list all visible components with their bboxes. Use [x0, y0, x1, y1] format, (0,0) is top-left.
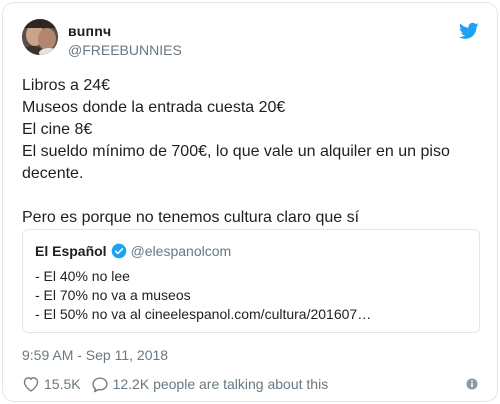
- quoted-author-name: El Español: [35, 243, 107, 259]
- author-handle[interactable]: @FREEBUNNIES: [68, 41, 182, 59]
- like-count: 15.5K: [44, 376, 81, 392]
- twitter-bird-icon[interactable]: [459, 22, 479, 40]
- tweet-line: Museos donde la entrada cuesta 20€: [22, 99, 286, 116]
- tweet-card: ʙuпnч @FREEBUNNIES Libros a 24€ Museos d…: [2, 2, 498, 402]
- quoted-line: - El 70% no va a museos: [35, 287, 191, 303]
- avatar-image: [22, 19, 58, 55]
- quoted-author-handle: @elespanolcom: [130, 243, 232, 259]
- conversation-text: 12.2K people are talking about this: [112, 376, 329, 392]
- author-avatar[interactable]: [22, 19, 58, 55]
- author-display-name[interactable]: ʙuпnч: [68, 22, 111, 40]
- tweet-line: [22, 185, 482, 207]
- quoted-tweet-text: - El 40% no lee - El 70% no va a museos …: [35, 267, 467, 324]
- quoted-tweet-header: El Español @elespanolcom: [35, 241, 467, 261]
- conversation-button[interactable]: 12.2K people are talking about this: [91, 376, 329, 393]
- tweet-actions: 15.5K 12.2K people are talking about thi…: [22, 374, 338, 394]
- tweet-text: Libros a 24€ Museos donde la entrada cue…: [22, 75, 482, 229]
- verified-badge-icon: [111, 243, 126, 259]
- speech-bubble-icon: [91, 376, 108, 392]
- heart-icon: [23, 377, 39, 392]
- tweet-line: El sueldo mínimo de 700€, lo que vale un…: [22, 143, 450, 182]
- tweet-line: Libros a 24€: [22, 77, 111, 94]
- tweet-line: El cine 8€: [22, 121, 93, 138]
- like-button[interactable]: 15.5K: [22, 376, 81, 392]
- tweet-line: Pero es porque no tenemos cultura claro …: [22, 209, 360, 226]
- quoted-line: - El 40% no lee: [35, 268, 130, 284]
- quoted-line: - El 50% no va al cineelespanol.com/cult…: [35, 306, 372, 322]
- tweet-timestamp[interactable]: 9:59 AM - Sep 11, 2018: [22, 346, 168, 364]
- quoted-tweet[interactable]: El Español @elespanolcom - El 40% no lee…: [22, 229, 480, 333]
- info-icon[interactable]: [466, 378, 478, 390]
